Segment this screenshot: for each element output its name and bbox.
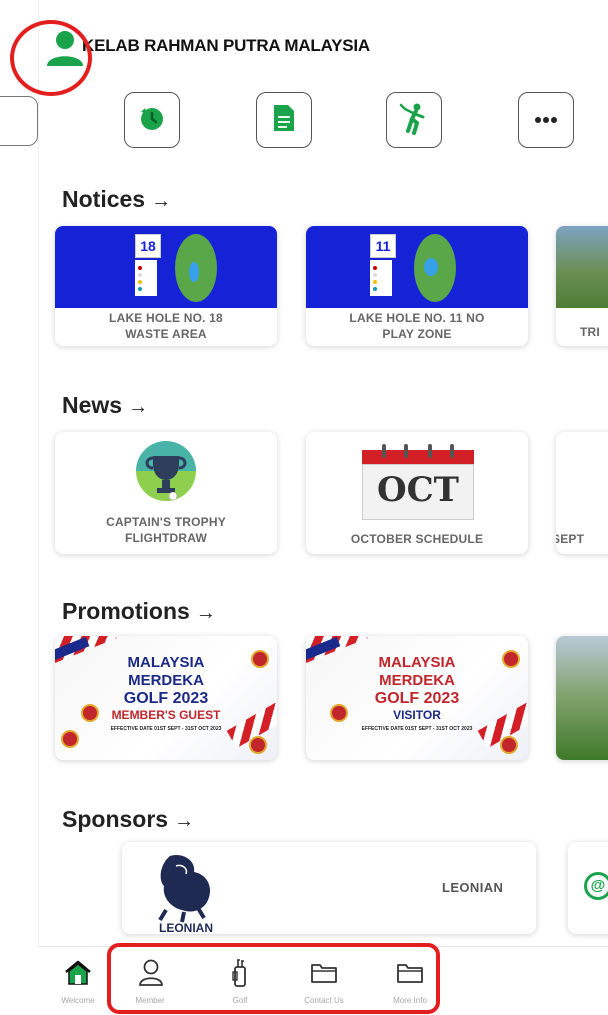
folder-icon <box>396 962 424 989</box>
quick-action-partial-button[interactable] <box>0 96 38 146</box>
nav-label: Member <box>135 996 165 1005</box>
promotion-card[interactable]: MALAYSIA MERDEKA GOLF 2023 VISITOR EFFEC… <box>306 636 528 760</box>
calendar-icon: OCT <box>362 440 474 520</box>
news-card[interactable]: CAPTAIN'S TROPHY FLIGHTDRAW <box>55 432 277 554</box>
notice-caption-line1: LAKE HOLE NO. 18 <box>109 311 223 325</box>
promotion-banner: MALAYSIA MERDEKA GOLF 2023 MEMBER'S GUES… <box>55 636 277 760</box>
history-icon <box>137 103 167 138</box>
promotion-card[interactable] <box>556 636 608 760</box>
leonian-logo: LEONIAN <box>136 850 236 934</box>
sponsor-name: LEONIAN <box>442 880 504 895</box>
folder-icon <box>310 962 338 989</box>
notice-image: 18 <box>55 226 277 308</box>
hole-number: 18 <box>135 234 161 258</box>
notice-caption-line1: LAKE HOLE NO. 11 NO <box>349 311 485 325</box>
notice-image: 11 <box>306 226 528 308</box>
notice-caption-line1: TRI <box>580 325 600 339</box>
golfer-icon <box>397 101 431 140</box>
sponsor-card[interactable]: @ <box>568 842 608 934</box>
yardage-card <box>135 260 157 296</box>
news-card[interactable]: SEPT <box>556 432 608 554</box>
app-title: KELAB RAHMAN PUTRA MALAYSIA <box>82 36 371 55</box>
notice-image <box>556 226 608 308</box>
sponsor-card[interactable]: LEONIAN LEONIAN <box>122 842 536 934</box>
home-icon <box>64 960 92 991</box>
arrow-right-icon: → <box>151 190 172 212</box>
nav-label: Contact Us <box>304 996 344 1005</box>
promotions-section-title[interactable]: Promotions → <box>62 598 216 625</box>
notice-card[interactable]: TRI <box>556 226 608 346</box>
history-button[interactable] <box>124 92 180 148</box>
more-button[interactable] <box>518 92 574 148</box>
nav-label: Golf <box>232 996 248 1005</box>
nav-label: More Info <box>393 996 427 1005</box>
trophy-icon <box>133 438 199 504</box>
more-icon <box>534 111 558 129</box>
notice-card[interactable]: 11 LAKE HOLE NO. 11 NO PLAY ZONE <box>306 226 528 346</box>
promo-line1: MALAYSIA <box>378 654 456 671</box>
promo-line4: MEMBER'S GUEST <box>111 708 221 722</box>
promotion-banner <box>556 636 608 760</box>
arrow-right-icon: → <box>128 396 149 418</box>
promo-line5: EFFECTIVE DATE 01ST SEPT - 31ST OCT 2023 <box>361 726 473 732</box>
notice-caption-line2: WASTE AREA <box>125 327 207 341</box>
promotion-banner: MALAYSIA MERDEKA GOLF 2023 VISITOR EFFEC… <box>306 636 528 760</box>
promo-line4: VISITOR <box>393 708 441 722</box>
promotion-card[interactable]: MALAYSIA MERDEKA GOLF 2023 MEMBER'S GUES… <box>55 636 277 760</box>
promo-line2: MERDEKA <box>128 672 204 689</box>
hole-number: 11 <box>370 234 396 258</box>
news-caption-line1: OCTOBER SCHEDULE <box>350 532 484 546</box>
promo-line1: MALAYSIA <box>127 654 205 671</box>
promo-line5: EFFECTIVE DATE 01ST SEPT - 31ST OCT 2023 <box>110 726 222 732</box>
svg-text:LEONIAN: LEONIAN <box>159 921 213 934</box>
nav-label: Welcome <box>61 996 95 1005</box>
header: KELAB RAHMAN PUTRA MALAYSIA <box>0 0 608 90</box>
calendar-month: OCT <box>377 470 459 510</box>
notice-card[interactable]: 18 LAKE HOLE NO. 18 WASTE AREA <box>55 226 277 346</box>
news-caption-line1: CAPTAIN'S TROPHY <box>106 515 226 529</box>
arrow-right-icon: → <box>195 602 216 624</box>
yardage-card <box>370 260 392 296</box>
promo-line3: GOLF 2023 <box>374 690 460 707</box>
news-section-title[interactable]: News → <box>62 392 148 419</box>
arrow-right-icon: → <box>174 810 195 832</box>
user-icon[interactable] <box>45 28 85 68</box>
golf-button[interactable] <box>386 92 442 148</box>
news-caption-line1: SEPT <box>556 532 585 546</box>
sponsors-section-title[interactable]: Sponsors → <box>62 806 194 833</box>
document-button[interactable] <box>256 92 312 148</box>
member-icon <box>138 958 164 991</box>
news-card[interactable]: OCT OCTOBER SCHEDULE <box>306 432 528 554</box>
notice-caption-line2: PLAY ZONE <box>382 327 452 341</box>
promo-line2: MERDEKA <box>379 672 455 689</box>
sponsor-logo: @ <box>584 872 608 900</box>
document-icon <box>271 103 297 138</box>
left-edge-divider <box>38 0 39 1014</box>
promo-line3: GOLF 2023 <box>123 690 209 707</box>
golf-bag-icon <box>230 958 250 993</box>
news-caption-line2: FLIGHTDRAW <box>125 531 207 545</box>
notices-section-title[interactable]: Notices → <box>62 186 171 213</box>
